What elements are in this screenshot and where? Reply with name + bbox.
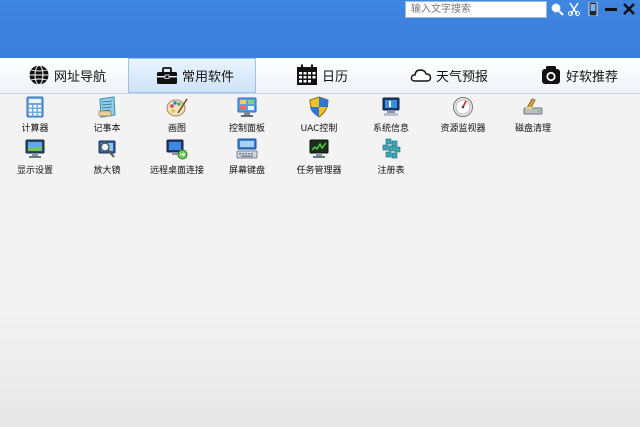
calendar-icon	[297, 64, 317, 85]
control-panel-icon	[237, 97, 257, 117]
app-label: 注册表	[377, 166, 405, 176]
app-notepad[interactable]: 记事本	[72, 96, 142, 134]
calculator-icon	[26, 96, 44, 118]
tab-label: 网址导航	[54, 69, 107, 85]
minimize-icon[interactable]	[604, 2, 618, 16]
tab-label: 常用软件	[182, 70, 235, 85]
tab-weather[interactable]: 天气预报	[410, 58, 488, 92]
app-task-manager[interactable]: 任务管理器	[284, 138, 354, 176]
app-label: 控制面板	[228, 124, 265, 134]
close-icon[interactable]	[622, 2, 636, 16]
tab-label: 好软推荐	[566, 69, 619, 85]
app-registry[interactable]: 注册表	[356, 138, 426, 176]
task-manager-icon	[309, 139, 329, 158]
remote-desktop-icon	[166, 139, 188, 160]
app-label: 屏幕键盘	[228, 166, 265, 176]
app-system-info[interactable]: 系统信息	[356, 96, 426, 134]
camera-icon	[542, 66, 560, 84]
app-remote-desktop[interactable]: 远程桌面连接	[142, 138, 212, 176]
app-label: 磁盘清理	[514, 124, 551, 134]
tab-label: 日历	[322, 69, 349, 85]
app-label: 显示设置	[16, 166, 53, 176]
search-icon[interactable]	[550, 2, 564, 16]
tab-calendar[interactable]: 日历	[296, 58, 348, 92]
app-label: UAC控制	[300, 124, 338, 134]
cloud-icon	[410, 69, 432, 82]
system-info-icon	[382, 97, 400, 116]
tab-common-software[interactable]: 常用软件	[128, 58, 256, 93]
globe-icon	[29, 65, 49, 85]
app-uac[interactable]: UAC控制	[284, 96, 354, 134]
app-label: 画图	[167, 124, 186, 134]
content-background	[0, 300, 640, 427]
magnifier-icon	[98, 140, 116, 158]
search-input[interactable]	[405, 1, 547, 18]
app-on-screen-keyboard[interactable]: 屏幕键盘	[212, 138, 282, 176]
app-label: 资源监视器	[440, 124, 486, 134]
app-paint[interactable]: 画图	[142, 96, 212, 134]
tab-recommended[interactable]: 好软推荐	[540, 58, 618, 92]
on-screen-keyboard-icon	[236, 138, 258, 159]
tab-label: 天气预报	[436, 69, 489, 85]
app-display-settings[interactable]: 显示设置	[0, 138, 70, 176]
app-label: 记事本	[93, 124, 121, 134]
tab-web-nav[interactable]: 网址导航	[28, 58, 106, 92]
notepad-icon	[98, 96, 116, 118]
paint-icon	[166, 98, 188, 117]
app-magnifier[interactable]: 放大镜	[72, 138, 142, 176]
display-settings-icon	[25, 139, 45, 158]
app-label: 放大镜	[93, 166, 121, 176]
scissors-icon[interactable]	[567, 2, 581, 16]
registry-icon	[382, 138, 401, 159]
uac-shield-icon	[309, 96, 329, 118]
app-label: 计算器	[21, 124, 49, 134]
title-bar	[0, 0, 640, 58]
app-label: 远程桌面连接	[149, 166, 204, 176]
toolbox-icon	[157, 66, 177, 84]
app-label: 任务管理器	[296, 166, 342, 176]
phone-icon[interactable]	[586, 2, 600, 16]
app-resource-monitor[interactable]: 资源监视器	[428, 96, 498, 134]
tab-bar: 网址导航 常用软件 日历 天气预报 好软推荐	[0, 58, 640, 94]
app-control-panel[interactable]: 控制面板	[212, 96, 282, 134]
app-disk-cleanup[interactable]: 磁盘清理	[498, 96, 568, 134]
disk-cleanup-icon	[523, 98, 543, 115]
resource-monitor-icon	[453, 97, 473, 117]
app-calculator[interactable]: 计算器	[0, 96, 70, 134]
app-label: 系统信息	[372, 124, 409, 134]
